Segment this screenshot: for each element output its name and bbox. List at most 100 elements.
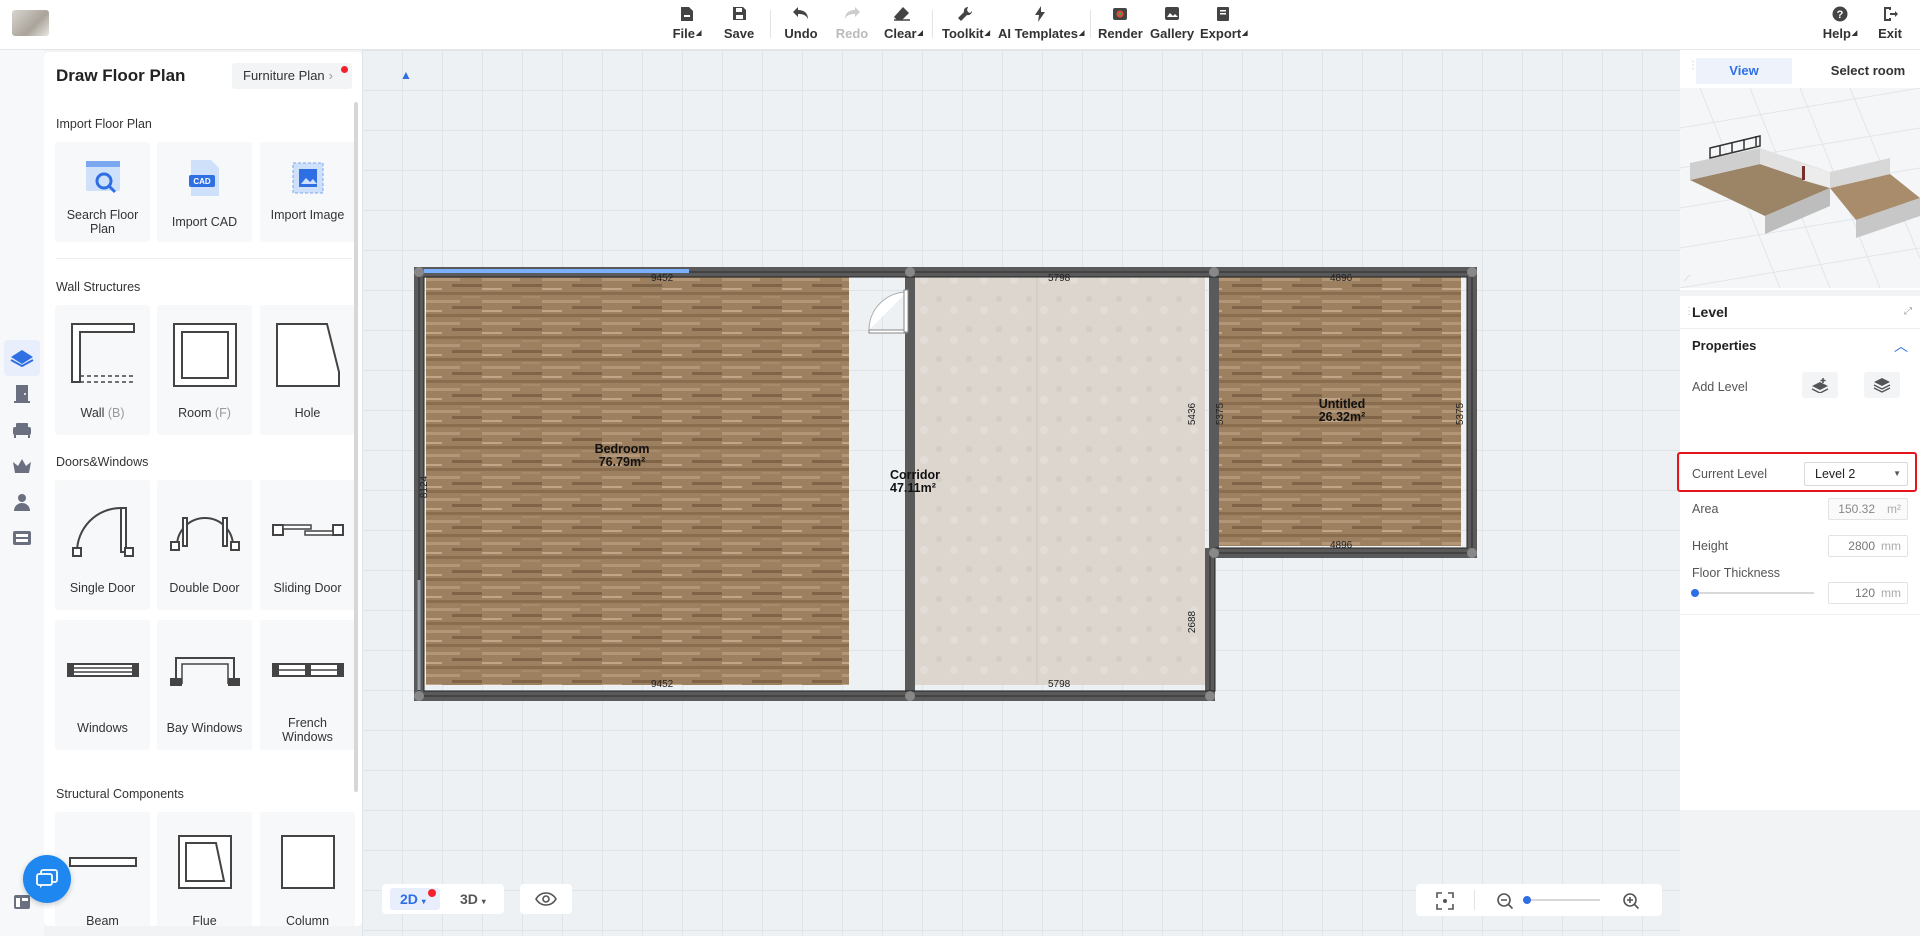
- import-cad-tile[interactable]: CAD Import CAD: [157, 142, 252, 242]
- corridor-label[interactable]: Corridor 47.11m²: [888, 469, 958, 495]
- floor-thickness-field[interactable]: 120 mm: [1828, 582, 1908, 604]
- floor-plan-canvas[interactable]: ▲ Bedroom 76.79m² Corridor 47.11m² Untit…: [362, 50, 1680, 936]
- dim-bedroom-bottom: 9452: [651, 679, 674, 690]
- sliding-door-icon: [260, 490, 355, 570]
- storage-nav-icon[interactable]: [4, 520, 40, 556]
- 3d-preview[interactable]: ⟋: [1680, 88, 1920, 288]
- hole-tile[interactable]: Hole: [260, 305, 355, 435]
- preview-section: ⋮ View Select room ⟋: [1680, 50, 1920, 290]
- level-section: ⋮ Level ⤢ Properties ︿ Add Level Current…: [1677, 296, 1920, 810]
- panel-scrollbar[interactable]: [354, 102, 358, 792]
- flue-tile[interactable]: Flue: [157, 812, 252, 926]
- room-label-text: Room: [178, 406, 212, 420]
- corridor-area[interactable]: [915, 276, 1205, 685]
- current-level-select[interactable]: Level 2 ▼: [1804, 462, 1908, 486]
- undo-button[interactable]: Undo: [782, 6, 820, 46]
- column-tile[interactable]: Column: [260, 812, 355, 926]
- render-icon: [1098, 6, 1142, 26]
- furniture-nav-icon[interactable]: [4, 412, 40, 448]
- furniture-plan-button[interactable]: Furniture Plan ›: [232, 63, 352, 89]
- wall-label-text: Wall: [80, 406, 105, 420]
- visibility-toggle[interactable]: [520, 884, 572, 914]
- lightning-icon: [998, 6, 1082, 26]
- dim-bedroom-top: 9452: [651, 273, 674, 284]
- wall-tile[interactable]: Wall (B): [55, 305, 150, 435]
- flue-icon: [157, 822, 252, 902]
- file-menu-button[interactable]: File◢: [672, 6, 702, 46]
- french-windows-tile[interactable]: French Windows: [260, 620, 355, 750]
- help-icon: ?: [1820, 6, 1860, 26]
- untitled-room-label[interactable]: Untitled 26.32m²: [1262, 398, 1422, 424]
- app-logo[interactable]: [12, 10, 49, 36]
- bedroom-area[interactable]: [426, 276, 849, 685]
- fit-screen-icon[interactable]: [1436, 892, 1454, 915]
- ai-templates-menu-button[interactable]: AI Templates◢: [998, 6, 1084, 46]
- save-icon: [722, 6, 756, 26]
- exit-button[interactable]: Exit: [1874, 6, 1906, 46]
- ai-templates-label: AI Templates: [998, 26, 1078, 41]
- view-3d-button[interactable]: 3D ▾: [460, 888, 486, 913]
- help-menu-button[interactable]: ? Help◢: [1820, 6, 1860, 46]
- tab-select-room[interactable]: Select room: [1822, 58, 1914, 84]
- bay-windows-tile[interactable]: Bay Windows: [157, 620, 252, 750]
- floor-thickness-slider-knob[interactable]: [1691, 589, 1699, 597]
- export-menu-button[interactable]: Export◢: [1200, 6, 1248, 46]
- file-icon: [672, 6, 702, 26]
- expand-icon[interactable]: ⤢: [1904, 306, 1912, 317]
- eye-icon: [535, 892, 557, 906]
- dim-untitled-bottom: 4896: [1330, 540, 1353, 551]
- floor-plan-nav-icon[interactable]: [4, 340, 40, 376]
- redo-button[interactable]: Redo: [834, 6, 870, 46]
- single-door-tile[interactable]: Single Door: [55, 480, 150, 610]
- height-field[interactable]: 2800 mm: [1828, 535, 1908, 557]
- zoom-slider-knob[interactable]: [1523, 896, 1531, 904]
- crown-nav-icon[interactable]: [4, 448, 40, 484]
- chat-support-button[interactable]: [23, 855, 71, 903]
- resize-handle-icon[interactable]: ⟋: [1684, 273, 1690, 284]
- door-swing[interactable]: [868, 291, 908, 331]
- clear-menu-button[interactable]: Clear◢: [884, 6, 923, 46]
- french-windows-label: French Windows: [282, 716, 333, 744]
- floor-thickness-slider[interactable]: [1691, 589, 1814, 597]
- image-import-icon: [260, 148, 355, 208]
- toolbar-divider: [770, 10, 771, 38]
- add-level-below-button[interactable]: [1864, 372, 1900, 398]
- double-door-icon: [157, 490, 252, 570]
- beam-label: Beam: [86, 914, 119, 926]
- toolbar-divider: [1090, 10, 1091, 38]
- bedroom-label[interactable]: Bedroom 76.79m²: [502, 443, 742, 469]
- cad-badge-text: CAD: [193, 177, 211, 186]
- user-nav-icon[interactable]: [4, 484, 40, 520]
- hole-label: Hole: [294, 406, 321, 420]
- windows-label: Windows: [77, 721, 128, 735]
- search-floor-plan-tile[interactable]: Search Floor Plan: [55, 142, 150, 242]
- tab-view[interactable]: View: [1696, 58, 1792, 84]
- dim-untitled-top: 4896: [1330, 273, 1353, 284]
- view-2d-button[interactable]: 2D ▾: [390, 888, 440, 910]
- gallery-button[interactable]: Gallery: [1150, 6, 1194, 46]
- zoom-out-icon[interactable]: [1496, 892, 1514, 915]
- export-icon: [1200, 6, 1246, 26]
- gallery-icon: [1150, 6, 1194, 26]
- zoom-slider[interactable]: [1523, 896, 1600, 904]
- import-image-tile[interactable]: Import Image: [260, 142, 355, 242]
- properties-title: Properties: [1692, 338, 1757, 353]
- height-label: Height: [1692, 539, 1729, 553]
- toolkit-menu-button[interactable]: Toolkit◢: [942, 6, 990, 46]
- undo-icon: [782, 6, 820, 26]
- double-door-tile[interactable]: Double Door: [157, 480, 252, 610]
- render-button[interactable]: Render: [1098, 6, 1143, 46]
- save-button[interactable]: Save: [722, 6, 756, 46]
- notification-dot: [341, 66, 348, 73]
- beam-tile[interactable]: Beam: [55, 812, 150, 926]
- zoom-in-icon[interactable]: [1622, 892, 1640, 915]
- collapse-chevron-icon[interactable]: ︿: [1894, 336, 1908, 356]
- area-label: Area: [1692, 502, 1719, 516]
- add-level-above-button[interactable]: [1802, 372, 1838, 398]
- windows-tile[interactable]: Windows: [55, 620, 150, 750]
- draw-floor-plan-panel: Draw Floor Plan Furniture Plan › Import F…: [44, 52, 362, 926]
- door-nav-icon[interactable]: [4, 376, 40, 412]
- room-tile[interactable]: Room (F): [157, 305, 252, 435]
- sliding-door-tile[interactable]: Sliding Door: [260, 480, 355, 610]
- chat-icon: [36, 869, 58, 888]
